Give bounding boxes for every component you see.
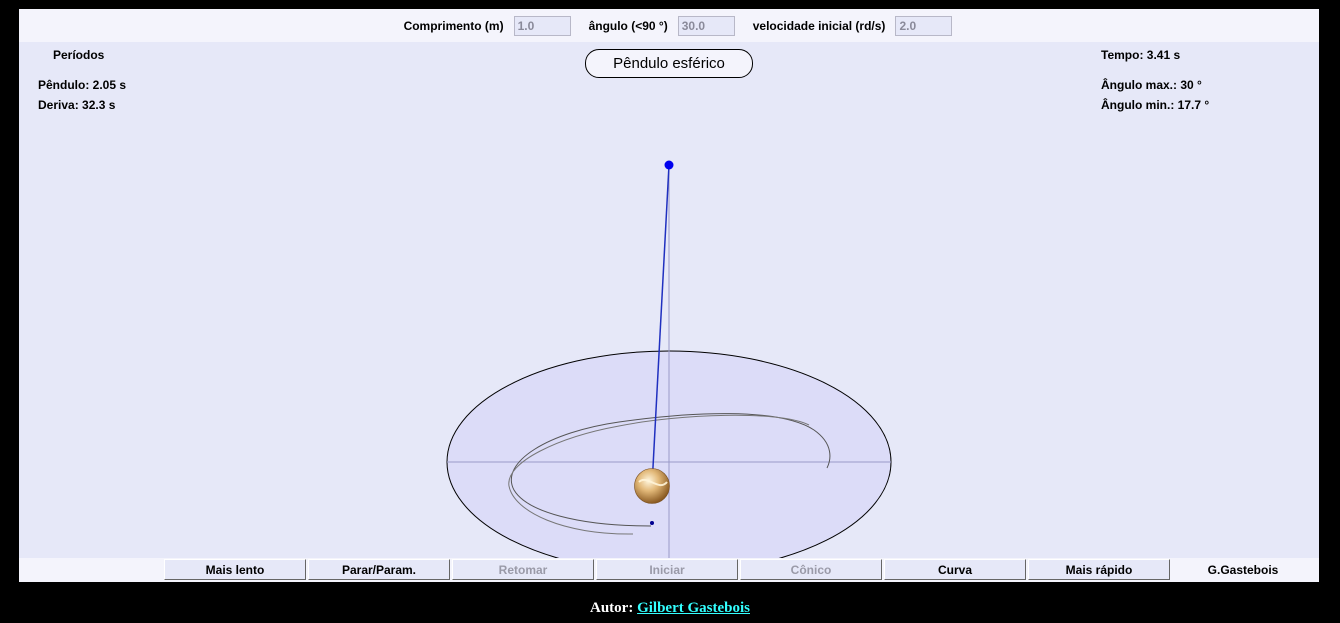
start-button[interactable]: Iniciar — [596, 559, 738, 580]
velocity-input[interactable] — [895, 15, 953, 36]
velocity-label: velocidade inicial (rd/s) — [752, 18, 886, 33]
footer: Autor: Gilbert Gastebois — [0, 600, 1340, 617]
angle-label: ângulo (<90 °) — [588, 18, 668, 33]
applet-panel: Comprimento (m) ângulo (<90 °) velocidad… — [19, 9, 1319, 582]
length-input[interactable] — [513, 15, 571, 36]
stop-params-button[interactable]: Parar/Param. — [308, 559, 450, 580]
conical-button[interactable]: Cônico — [740, 559, 882, 580]
slower-button[interactable]: Mais lento — [164, 559, 306, 580]
parameter-bar: Comprimento (m) ângulo (<90 °) velocidad… — [19, 9, 1319, 42]
author-link[interactable]: Gilbert Gastebois — [637, 600, 750, 616]
pendulum-scene — [446, 160, 892, 558]
pivot-point — [664, 160, 674, 170]
length-label: Comprimento (m) — [403, 18, 504, 33]
author-button[interactable]: G.Gastebois — [1172, 559, 1314, 580]
angle-input[interactable] — [677, 15, 735, 36]
ball-shadow-point — [650, 521, 654, 525]
faster-button[interactable]: Mais rápido — [1028, 559, 1170, 580]
resume-button[interactable]: Retomar — [452, 559, 594, 580]
curve-button[interactable]: Curva — [884, 559, 1026, 580]
footer-label: Autor: — [590, 600, 634, 616]
control-bar: Mais lento Parar/Param. Retomar Iniciar … — [19, 558, 1319, 582]
pendulum-ball — [634, 468, 670, 504]
